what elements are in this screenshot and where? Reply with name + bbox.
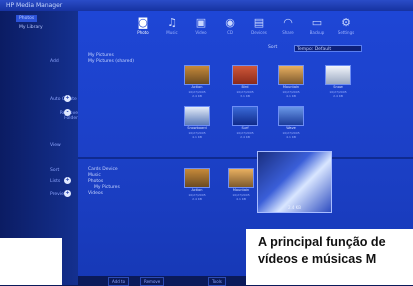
tree-item[interactable]: My Pictures (shared): [88, 59, 134, 65]
photo-thumbnail[interactable]: Snowboard 10/27/2005 4.1 KB: [184, 106, 210, 139]
share-icon: ◠: [283, 16, 293, 29]
photo-image: [325, 65, 351, 85]
sort-dropdown[interactable]: Tempo: Default: [294, 45, 362, 52]
photo-thumbnail[interactable]: Wave 10/27/2005 4.1 KB: [278, 106, 304, 139]
remove-icon[interactable]: -: [64, 109, 71, 116]
disc-icon: ◉: [225, 16, 235, 29]
add-icon[interactable]: +: [64, 190, 71, 197]
photo-image: [184, 168, 210, 188]
toolbar-cd[interactable]: ◉ CD: [217, 16, 243, 35]
toolbar-backup[interactable]: ▭ Backup: [304, 16, 330, 35]
lower-folder-tree: Cards Device Music Photos My Pictures Vi…: [88, 167, 120, 197]
toolbar-video[interactable]: ▣ Video: [188, 16, 214, 35]
toolbar-share[interactable]: ◠ Share: [275, 16, 301, 35]
backup-icon: ▭: [311, 16, 323, 29]
gear-icon: ⚙: [341, 16, 351, 29]
photo-image: [232, 106, 258, 126]
toolbar-devices[interactable]: ▤ Devices: [246, 16, 272, 35]
sidebar-row-sort[interactable]: Sort: [50, 168, 59, 173]
sidebar-row-view[interactable]: View: [50, 143, 61, 148]
upper-folder-tree: My Pictures My Pictures (shared): [88, 53, 134, 65]
toolbar-photo[interactable]: ◙ Photo: [130, 16, 156, 35]
photo-thumbnail[interactable]: Snow 10/27/2005 2.4 KB: [325, 65, 351, 98]
photo-thumbnail[interactable]: Mountain 10/27/2005 4.1 KB: [278, 65, 304, 98]
pane-divider[interactable]: [78, 157, 413, 159]
caption-line: vídeos e músicas M: [258, 252, 377, 266]
sort-label: Sort: [268, 45, 278, 50]
photo-image: [184, 106, 210, 126]
toolbar: ◙ Photo ♫ Music ▣ Video ◉ CD ▤ Devices ◠…: [78, 11, 413, 44]
sidebar-tab-photos[interactable]: Photos: [16, 15, 38, 22]
music-icon: ♫: [167, 16, 177, 29]
device-icon: ▤: [253, 16, 265, 29]
camera-icon: ◙: [137, 16, 149, 29]
sidebar-row-add[interactable]: Add: [50, 59, 59, 64]
window-title: HP Media Manager: [6, 2, 63, 9]
add-icon[interactable]: +: [64, 177, 71, 184]
toolbar-settings[interactable]: ⚙ Settings: [333, 16, 359, 35]
preview-size: 2.4 KB: [288, 205, 301, 210]
caption-line: A principal função de: [258, 235, 386, 249]
photo-thumbnail[interactable]: Surf 10/27/2005 2.4 KB: [232, 106, 258, 139]
page-overlay: [0, 238, 62, 285]
photo-thumbnail[interactable]: Bird 10/27/2005 3.1 KB: [232, 65, 258, 98]
toolbar-music[interactable]: ♫ Music: [159, 16, 185, 35]
photo-image: [228, 168, 254, 188]
sidebar-row-lists[interactable]: Lists: [50, 179, 60, 184]
bottom-bar: Add to Remove Tools: [78, 276, 246, 286]
photo-thumbnail[interactable]: Mountain 10/27/2005 4.1 KB: [228, 168, 254, 201]
photo-image: [232, 65, 258, 85]
add-icon[interactable]: +: [64, 95, 71, 102]
sidebar-tab-library[interactable]: My Library: [16, 24, 46, 31]
tree-item[interactable]: Videos: [88, 191, 120, 197]
sort-bar: Sort Tempo: Default: [258, 44, 366, 53]
photo-thumbnail[interactable]: Action 10/27/2005 2.4 KB: [184, 168, 210, 201]
photo-image: [278, 106, 304, 126]
photo-image: [278, 65, 304, 85]
film-icon: ▣: [195, 16, 207, 29]
caption-box: A principal função de vídeos e músicas M: [246, 229, 413, 285]
photo-preview-popup[interactable]: 2.4 KB: [257, 151, 332, 213]
title-bar: HP Media Manager: [0, 0, 413, 11]
photo-image: [184, 65, 210, 85]
photo-thumbnail[interactable]: Action 10/27/2005 2.4 KB: [184, 65, 210, 98]
